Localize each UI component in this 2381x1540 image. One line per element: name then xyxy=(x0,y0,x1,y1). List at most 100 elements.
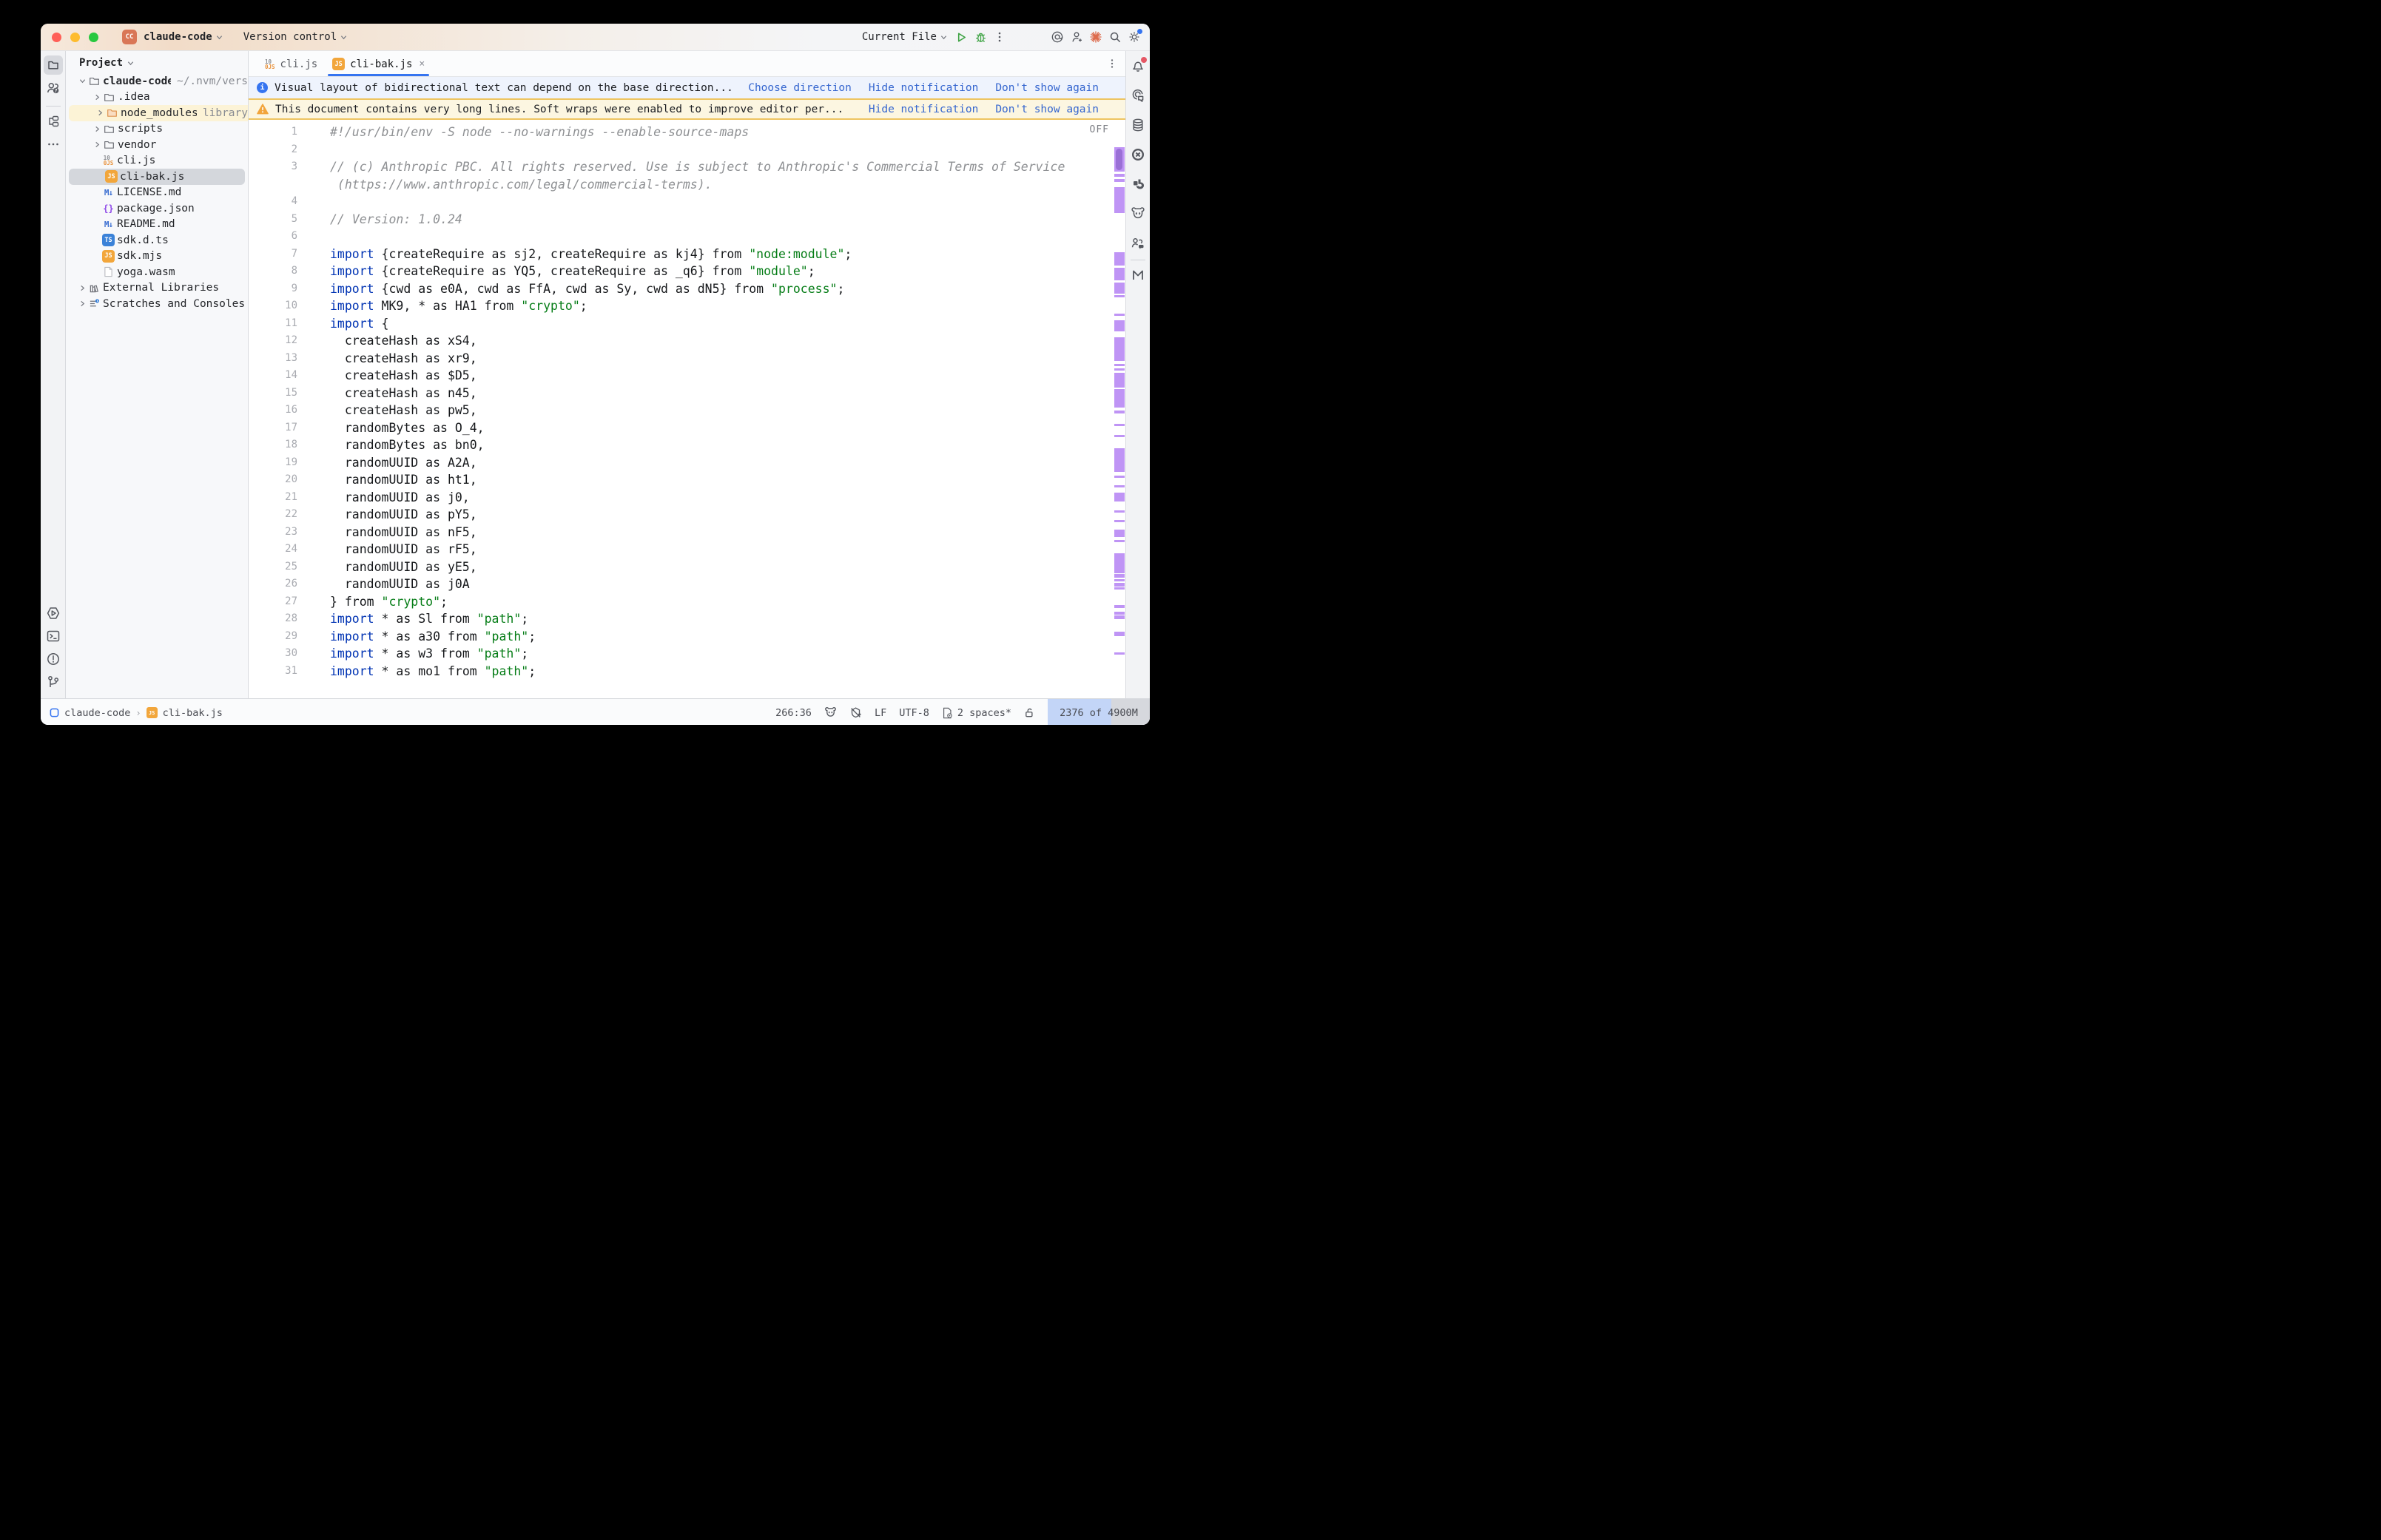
tool-window-services-button[interactable] xyxy=(44,604,63,623)
code-line[interactable]: 9import {cwd as e0A, cwd as FfA, cwd as … xyxy=(249,280,1125,298)
line-ending-widget[interactable]: LF xyxy=(875,707,886,719)
tool-window-structure-button[interactable] xyxy=(44,112,63,131)
code-line[interactable]: 31import * as mo1 from "path"; xyxy=(249,663,1125,680)
code-line[interactable]: 15 createHash as n45, xyxy=(249,385,1125,402)
tree-item-scripts[interactable]: scripts xyxy=(66,121,248,138)
debug-button[interactable] xyxy=(971,27,990,47)
code-line[interactable]: 1#!/usr/bin/env -S node --no-warnings --… xyxy=(249,124,1125,141)
version-control-menu[interactable]: Version control xyxy=(243,31,347,43)
code-with-me-tool-button[interactable] xyxy=(1128,234,1148,253)
close-tab-icon[interactable]: × xyxy=(419,58,425,70)
tree-item-vendor[interactable]: vendor xyxy=(66,137,248,153)
code-line[interactable]: 25 randomUUID as yE5, xyxy=(249,558,1125,576)
tree-item-External Libraries[interactable]: External Libraries xyxy=(66,280,248,297)
code-line[interactable]: 24 randomUUID as rF5, xyxy=(249,541,1125,558)
caret-position-widget[interactable]: 266:36 xyxy=(775,707,812,719)
tree-item-.idea[interactable]: .idea xyxy=(66,90,248,106)
choose-direction-link[interactable]: Choose direction xyxy=(748,82,852,94)
database-tool-button[interactable] xyxy=(1128,115,1148,135)
code-line[interactable]: 13 createHash as xr9, xyxy=(249,350,1125,368)
more-tool-windows-button[interactable] xyxy=(44,135,63,154)
hide-notification-link[interactable]: Hide notification xyxy=(869,82,978,94)
ai-assistant-button[interactable] xyxy=(1048,27,1067,47)
code-line[interactable]: 7import {createRequire as sj2, createReq… xyxy=(249,246,1125,263)
code-line[interactable]: 22 randomUUID as pY5, xyxy=(249,506,1125,524)
code-line[interactable]: 20 randomUUID as ht1, xyxy=(249,471,1125,489)
tab-cli-js[interactable]: 100JS cli.js xyxy=(257,52,325,76)
code-line[interactable]: 14 createHash as $D5, xyxy=(249,367,1125,385)
code-line[interactable]: 26 randomUUID as j0A xyxy=(249,575,1125,593)
tree-item-sdk.mjs[interactable]: JSsdk.mjs xyxy=(66,249,248,265)
ai-assistant-tool-button[interactable] xyxy=(1128,86,1148,105)
dont-show-again-link[interactable]: Don't show again xyxy=(995,82,1099,94)
tree-item-LICENSE.md[interactable]: M↓LICENSE.md xyxy=(66,185,248,201)
tree-item-yoga.wasm[interactable]: yoga.wasm xyxy=(66,264,248,280)
tool-window-vcs-button[interactable]: ? xyxy=(44,78,63,98)
tree-item-node_modules[interactable]: node_moduleslibrary xyxy=(69,105,248,121)
breadcrumb-project[interactable]: claude-code xyxy=(64,707,130,719)
breadcrumb-file[interactable]: cli-bak.js xyxy=(163,707,223,719)
plugin-tool-button[interactable] xyxy=(1128,175,1148,194)
code-line[interactable]: 28import * as Sl from "path"; xyxy=(249,610,1125,628)
code-line[interactable]: 23 randomUUID as nF5, xyxy=(249,524,1125,541)
add-user-button[interactable] xyxy=(1067,27,1086,47)
more-actions-button[interactable] xyxy=(990,27,1009,47)
encoding-widget[interactable]: UTF-8 xyxy=(899,707,929,719)
code-line[interactable]: 18 randomBytes as bn0, xyxy=(249,436,1125,454)
run-button[interactable] xyxy=(952,27,971,47)
tree-item-sdk.d.ts[interactable]: TSsdk.d.ts xyxy=(66,232,248,249)
tree-item-README.md[interactable]: M↓README.md xyxy=(66,217,248,233)
code-line[interactable]: 29import * as a30 from "path"; xyxy=(249,628,1125,646)
code-line[interactable]: 19 randomUUID as A2A, xyxy=(249,454,1125,472)
search-everywhere-button[interactable] xyxy=(1105,27,1125,47)
copilot-tool-button[interactable] xyxy=(1128,204,1148,223)
code-editor[interactable]: 1#!/usr/bin/env -S node --no-warnings --… xyxy=(249,120,1125,698)
code-line[interactable]: 2 xyxy=(249,141,1125,159)
notifications-button[interactable] xyxy=(1128,56,1148,75)
memory-indicator[interactable]: 2376 of 4900M xyxy=(1048,699,1150,725)
code-line[interactable]: 12 createHash as xS4, xyxy=(249,332,1125,350)
code-line[interactable]: 8import {createRequire as YQ5, createReq… xyxy=(249,263,1125,280)
tree-item-cli.js[interactable]: 100JScli.js xyxy=(66,153,248,169)
scrollbar-thumb[interactable] xyxy=(1116,149,1122,170)
code-line[interactable]: 10import MK9, * as HA1 from "crypto"; xyxy=(249,297,1125,315)
tool-window-project-button[interactable] xyxy=(44,55,63,75)
code-line[interactable]: 11import { xyxy=(249,315,1125,333)
indent-widget[interactable]: 2 spaces* xyxy=(942,707,1011,719)
code-line[interactable]: 4 xyxy=(249,193,1125,211)
markdown-tool-button[interactable] xyxy=(1128,266,1148,285)
lock-open-icon[interactable] xyxy=(1024,707,1035,718)
tree-item-cli-bak.js[interactable]: JScli-bak.js xyxy=(69,169,245,185)
plugin-starburst-button[interactable] xyxy=(1086,27,1105,47)
circle-x-tool-button[interactable] xyxy=(1128,145,1148,164)
project-panel-header[interactable]: Project xyxy=(66,51,248,73)
tab-cli-bak-js[interactable]: JS cli-bak.js × xyxy=(325,52,432,76)
run-configuration-selector[interactable]: Current File xyxy=(858,31,952,43)
code-line[interactable]: 27} from "crypto"; xyxy=(249,593,1125,611)
minimize-window-button[interactable] xyxy=(70,33,80,42)
code-line[interactable]: (https://www.anthropic.com/legal/commerc… xyxy=(249,176,1125,194)
editor-scrollbar[interactable] xyxy=(1114,120,1125,698)
hide-notification-link[interactable]: Hide notification xyxy=(869,104,978,115)
project-menu[interactable]: claude-code xyxy=(144,31,223,43)
tool-window-problems-button[interactable] xyxy=(44,649,63,669)
tree-item-package.json[interactable]: {}package.json xyxy=(66,200,248,217)
dont-show-again-link[interactable]: Don't show again xyxy=(995,104,1099,115)
tree-item-Scratches and Consoles[interactable]: Scratches and Consoles xyxy=(66,296,248,312)
code-line[interactable]: 21 randomUUID as j0, xyxy=(249,489,1125,507)
tree-item-claude-code[interactable]: claude-code~/.nvm/vers xyxy=(66,73,248,90)
code-line[interactable]: 30import * as w3 from "path"; xyxy=(249,645,1125,663)
settings-button[interactable] xyxy=(1125,27,1144,47)
highlighting-off-icon[interactable] xyxy=(849,706,862,719)
code-line[interactable]: 5// Version: 1.0.24 xyxy=(249,211,1125,229)
copilot-status-icon[interactable] xyxy=(824,706,837,719)
code-line[interactable]: 17 randomBytes as O_4, xyxy=(249,419,1125,437)
code-line[interactable]: 3// (c) Anthropic PBC. All rights reserv… xyxy=(249,158,1125,176)
tab-list-button[interactable] xyxy=(1106,58,1118,70)
code-line[interactable]: 16 createHash as pw5, xyxy=(249,402,1125,419)
zoom-window-button[interactable] xyxy=(89,33,98,42)
tool-window-terminal-button[interactable] xyxy=(44,627,63,646)
tool-window-git-button[interactable] xyxy=(44,672,63,692)
code-line[interactable]: 6 xyxy=(249,228,1125,246)
close-window-button[interactable] xyxy=(52,33,61,42)
